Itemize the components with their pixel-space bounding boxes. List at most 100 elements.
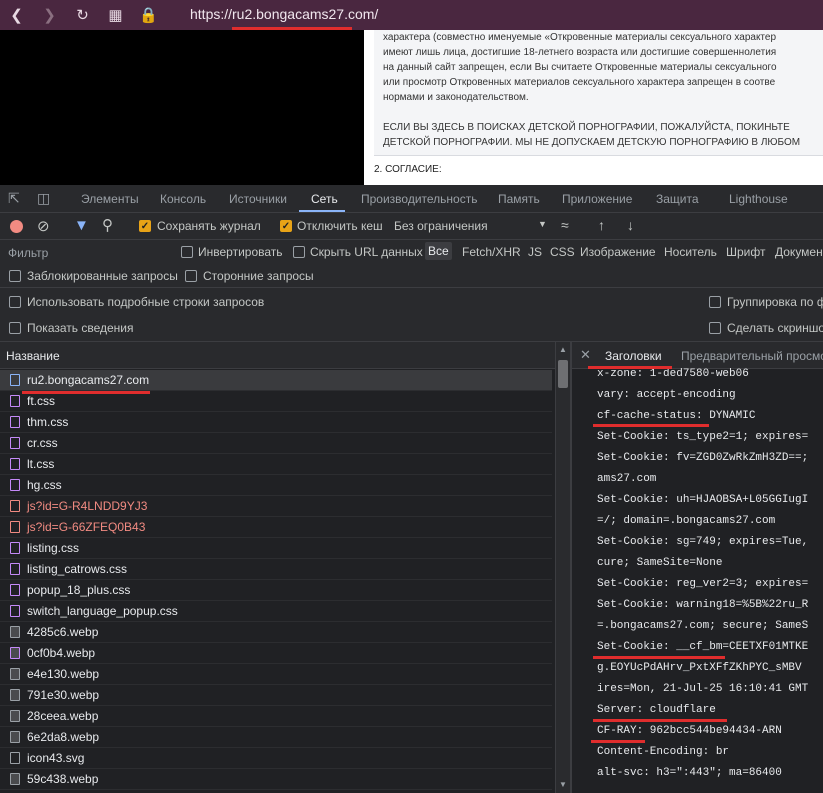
filter-type-img[interactable]: Изображение [580,245,656,259]
request-row[interactable]: lt.css [0,454,552,475]
clear-icon[interactable]: ⊘ [37,217,50,235]
group-by-frame-checkbox[interactable] [709,296,721,308]
big-rows-label: Использовать подробные строки запросов [27,295,265,309]
request-name: 28ceea.webp [27,709,99,723]
image-icon [10,773,20,785]
filter-type-media[interactable]: Носитель [664,245,717,259]
request-row[interactable]: 0cf0b4.webp [0,643,552,664]
blocked-requests-label: Заблокированные запросы [27,269,178,283]
tab-console[interactable]: Консоль [160,192,206,206]
name-column-header[interactable]: Название [6,349,60,363]
request-name: 0cf0b4.webp [27,646,96,660]
filter-type-font[interactable]: Шрифт [726,245,765,259]
tab-performance[interactable]: Производительность [361,192,477,206]
request-name: 6e2da8.webp [27,730,100,744]
request-row[interactable]: js?id=G-R4LNDD9YJ3 [0,496,552,517]
request-row[interactable]: hg.css [0,475,552,496]
forward-button[interactable]: ❯ [33,0,66,30]
request-row[interactable]: icon43.svg [0,748,552,769]
third-party-checkbox[interactable] [185,270,197,282]
scroll-down-icon[interactable]: ▼ [559,780,567,789]
device-toggle-icon[interactable]: ◫ [37,190,50,207]
request-highlight-underline [22,391,150,394]
tab-network[interactable]: Сеть [311,192,338,206]
request-row[interactable]: thm.css [0,412,552,433]
download-icon[interactable]: ↓ [627,217,634,233]
header-line: g.EOYUcPdAHrv_PxtXFfZKhPYC_sMBV [597,662,802,674]
request-row[interactable]: js?id=G-66ZFEQ0B43 [0,517,552,538]
request-name: ft.css [27,394,56,408]
chevron-down-icon[interactable]: ▼ [538,219,547,229]
address-bar[interactable]: https://ru2.bongacams27.com/ [190,6,378,22]
third-party-label: Сторонние запросы [203,269,314,283]
request-name: icon43.svg [27,751,85,765]
header-line: CF-RAY: 962bcc544be94434-ARN [597,725,782,737]
request-row[interactable]: cr.css [0,433,552,454]
request-name: ru2.bongacams27.com [27,373,150,387]
request-row[interactable]: 791e30.webp [0,685,552,706]
grid-icon: ▦ [108,7,123,24]
preserve-log-checkbox[interactable]: ✓ [139,220,151,232]
search-icon[interactable]: ⚲ [102,216,113,234]
chevron-left-icon: ❮ [10,7,23,24]
filter-type-css[interactable]: CSS [550,245,575,259]
upload-icon[interactable]: ↑ [598,217,605,233]
filter-input[interactable]: Фильтр [8,246,48,260]
blocked-requests-checkbox[interactable] [9,270,21,282]
request-row[interactable]: ft.css [0,391,552,412]
disable-cache-checkbox[interactable]: ✓ [280,220,292,232]
tab-elements[interactable]: Элементы [81,192,139,206]
filter-type-fetch[interactable]: Fetch/XHR [462,245,521,259]
tab-memory[interactable]: Память [498,192,540,206]
request-row[interactable]: e4e130.webp [0,664,552,685]
request-name: thm.css [27,415,69,429]
request-row[interactable]: 4285c6.webp [0,622,552,643]
capture-screenshots-checkbox[interactable] [709,322,721,334]
record-icon[interactable] [10,220,23,233]
tab-security[interactable]: Защита [656,192,699,206]
reload-button[interactable]: ↻ [66,0,99,30]
request-row[interactable]: 6e2da8.webp [0,727,552,748]
inspect-icon[interactable]: ⇱ [8,190,20,207]
header-line: vary: accept-encoding [597,389,736,401]
filter-type-doc[interactable]: Докумен [775,245,823,259]
filter-type-all[interactable]: Все [425,242,452,260]
header-line: =/; domain=.bongacams27.com [597,515,776,527]
overview-checkbox[interactable] [9,322,21,334]
filter-bar: Фильтр Инвертировать Скрыть URL данных В… [0,240,823,264]
request-row[interactable]: switch_language_popup.css [0,601,552,622]
tab-application[interactable]: Приложение [562,192,632,206]
image-icon [10,731,20,743]
tab-lighthouse[interactable]: Lighthouse [729,192,788,206]
request-row[interactable]: popup_18_plus.css [0,580,552,601]
request-row[interactable]: listing.css [0,538,552,559]
back-button[interactable]: ❮ [0,0,33,30]
hide-data-urls-checkbox[interactable] [293,246,305,258]
request-row[interactable]: ru2.bongacams27.com [0,370,552,391]
filter-icon[interactable]: ▼ [74,217,89,234]
terms-line: характера (совместно именуемые «Откровен… [383,32,777,43]
close-icon[interactable]: ✕ [580,347,591,363]
request-name: hg.css [27,478,62,492]
requests-scrollbar[interactable]: ▲ ▼ [555,342,570,793]
terms-line: ДЕТСКОЙ ПОРНОГРАФИИ. МЫ НЕ ДОПУСКАЕМ ДЕТ… [383,137,801,148]
lock-icon: 🔒 [139,7,158,24]
tab-preview[interactable]: Предварительный просмо [681,349,823,363]
scrollbar-thumb[interactable] [558,360,568,388]
request-row[interactable]: 28ceea.webp [0,706,552,727]
filter-type-js[interactable]: JS [528,245,542,259]
terms-line: или просмотр Откровенных материалов секс… [383,77,776,88]
request-row[interactable]: listing_catrows.css [0,559,552,580]
wifi-settings-icon[interactable]: ≈ [561,217,569,233]
requests-pane: Название ru2.bongacams27.com ft.css thm.cs… [0,342,570,793]
lock-button[interactable]: 🔒 [132,0,165,30]
tab-headers[interactable]: Заголовки [605,349,662,363]
throttling-select[interactable]: Без ограничения [394,219,488,233]
request-row[interactable]: 59c438.webp [0,769,552,790]
apps-button[interactable]: ▦ [99,0,132,30]
agreement-heading: 2. СОГЛАСИЕ: [374,164,442,175]
big-rows-checkbox[interactable] [9,296,21,308]
scroll-up-icon[interactable]: ▲ [559,345,567,354]
invert-checkbox[interactable] [181,246,193,258]
tab-sources[interactable]: Источники [229,192,287,206]
